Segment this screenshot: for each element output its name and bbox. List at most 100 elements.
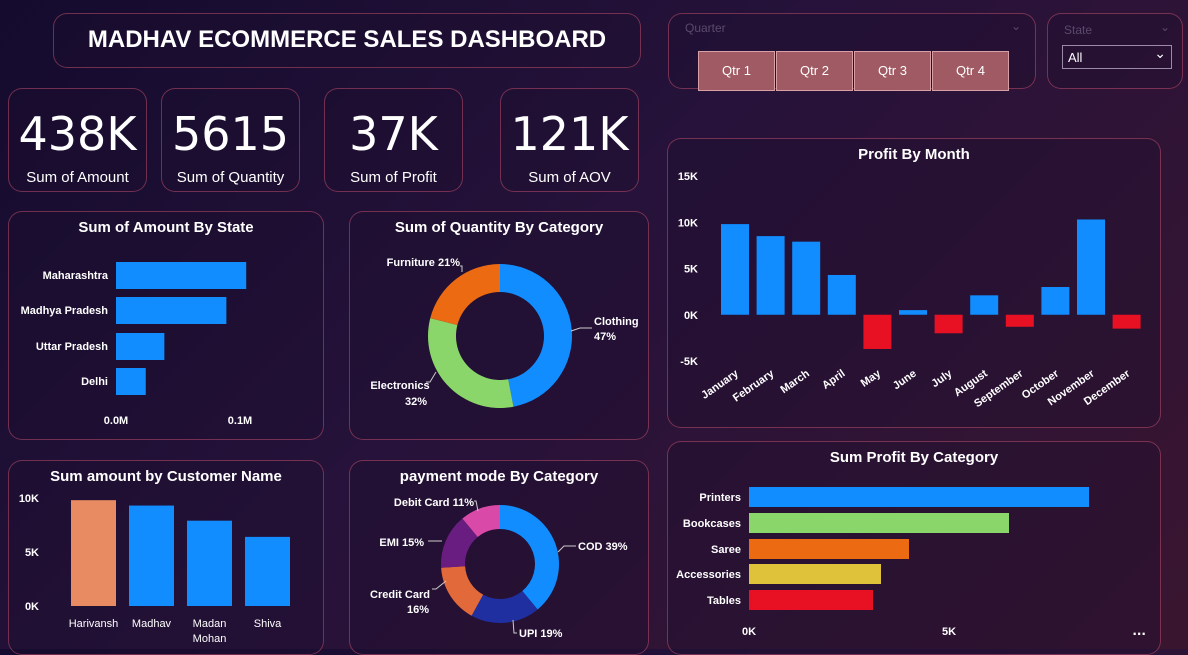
category-label: Printers xyxy=(699,492,741,504)
profit-by-month-panel: Profit By Month -5K 0K 5K 10K 15K January Febr… xyxy=(667,138,1161,428)
amount-by-state-chart: Maharashtra Madhya Pradesh Uttar Pradesh De… xyxy=(21,262,252,427)
bar xyxy=(970,295,999,315)
amount-by-state-panel: Sum of Amount By State Maharashtra Madhya… xyxy=(8,211,324,440)
state-dropdown-value: All xyxy=(1068,50,1083,65)
leader-line xyxy=(512,619,517,634)
bar xyxy=(1077,219,1105,315)
x-tick-label: July xyxy=(929,367,955,390)
leader-line xyxy=(460,265,463,272)
slice-label: Credit Card xyxy=(370,589,430,601)
bar xyxy=(863,314,892,349)
slice-label: 47% xyxy=(594,331,616,343)
x-tick-label: 0K xyxy=(742,626,756,638)
y-tick-label: 0K xyxy=(25,601,39,613)
x-tick-label: Madhav xyxy=(132,618,172,630)
dashboard-title-panel: MADHAV ECOMMERCE SALES DASHBOARD xyxy=(53,13,641,68)
category-label: Madhya Pradesh xyxy=(21,305,109,317)
x-tick-label: Mohan xyxy=(193,633,227,645)
bar xyxy=(187,520,232,606)
x-tick-label: April xyxy=(820,368,847,392)
y-tick-label: 10K xyxy=(19,493,39,505)
category-label: Delhi xyxy=(81,376,108,388)
slice-label: COD 39% xyxy=(578,541,628,553)
donut-slice xyxy=(500,264,572,407)
amount-by-customer-panel: Sum amount by Customer Name 0K 5K 10K Hariv… xyxy=(8,460,324,655)
y-tick-label: 5K xyxy=(25,547,39,559)
bar xyxy=(756,236,785,315)
x-tick-label: Shiva xyxy=(254,618,282,630)
chevron-down-icon: ⌄ xyxy=(1154,46,1166,62)
bar xyxy=(721,224,749,315)
bar xyxy=(245,536,290,606)
kpi-card-quantity: 5615 Sum of Quantity xyxy=(161,88,300,192)
category-label: Maharashtra xyxy=(43,270,109,282)
quarter-button-3[interactable]: Qtr 3 xyxy=(854,51,931,91)
x-tick-label: Harivansh xyxy=(69,618,119,630)
chevron-down-icon[interactable]: ⌄ xyxy=(1160,20,1170,34)
kpi-card-profit: 37K Sum of Profit xyxy=(324,88,463,192)
quarter-button-2[interactable]: Qtr 2 xyxy=(776,51,853,91)
slice-label: 32% xyxy=(405,396,427,408)
slice-label: Electronics xyxy=(370,380,429,392)
quarter-button-4[interactable]: Qtr 4 xyxy=(932,51,1009,91)
bar xyxy=(116,333,165,360)
y-tick-label: 10K xyxy=(678,217,698,229)
leader-line xyxy=(557,545,576,553)
bar xyxy=(749,487,1089,507)
state-slicer-label: State xyxy=(1064,23,1093,37)
y-tick-label: 0K xyxy=(684,310,698,322)
kpi-value: 5615 xyxy=(171,107,290,161)
bar xyxy=(792,241,821,315)
y-tick-label: 15K xyxy=(678,171,698,183)
leader-line xyxy=(474,500,479,512)
x-tick-label: 0.1M xyxy=(228,415,252,427)
x-tick-label: May xyxy=(859,367,884,390)
bar xyxy=(749,513,1009,533)
donut-slice xyxy=(500,505,559,610)
kpi-value: 438K xyxy=(18,107,137,161)
bar xyxy=(71,500,116,606)
profit-by-category-panel: Sum Profit By Category Printers Bookcases… xyxy=(667,441,1161,655)
slice-label: Furniture 21% xyxy=(387,257,461,269)
quarter-slicer: Quarter ⌄ Qtr 1 Qtr 2 Qtr 3 Qtr 4 xyxy=(668,13,1036,91)
bar xyxy=(899,310,927,315)
donut-slice xyxy=(430,264,500,326)
category-label: Saree xyxy=(711,544,741,556)
bar xyxy=(1041,287,1070,315)
state-slicer: State ⌄ All ⌄ xyxy=(1047,13,1183,89)
x-tick-label: March xyxy=(778,367,812,396)
bar xyxy=(749,590,873,610)
bar xyxy=(1112,314,1141,329)
y-tick-label: 5K xyxy=(684,264,698,276)
state-dropdown[interactable]: All ⌄ xyxy=(1062,45,1172,69)
dashboard-title: MADHAV ECOMMERCE SALES DASHBOARD xyxy=(87,26,607,53)
donut-slice xyxy=(428,318,514,408)
quantity-by-category-chart: Clothing 47% Electronics 32% Furniture 21% xyxy=(370,257,639,408)
quarter-button-1[interactable]: Qtr 1 xyxy=(698,51,775,91)
category-label: Bookcases xyxy=(683,518,741,530)
x-tick-label: 5K xyxy=(942,626,956,638)
kpi-value: 37K xyxy=(349,107,438,161)
quantity-by-category-panel: Sum of Quantity By Category Clothing 47% E… xyxy=(349,211,649,440)
more-options-icon[interactable]: ... xyxy=(1132,624,1146,638)
bar xyxy=(116,297,227,324)
profit-by-category-chart: Printers Bookcases Saree Accessories Tables 0… xyxy=(676,487,1089,638)
category-label: Accessories xyxy=(676,569,741,581)
kpi-card-amount: 438K Sum of Amount xyxy=(8,88,147,192)
bar xyxy=(116,262,247,289)
bar xyxy=(129,505,174,606)
slice-label: Debit Card 11% xyxy=(394,497,474,509)
category-label: Tables xyxy=(707,595,741,607)
quarter-slicer-label: Quarter xyxy=(685,21,726,35)
bar xyxy=(934,314,963,334)
chevron-down-icon[interactable]: ⌄ xyxy=(1011,19,1021,33)
kpi-label: Sum of Amount xyxy=(26,169,129,186)
leader-line xyxy=(432,580,447,590)
kpi-label: Sum of Quantity xyxy=(176,169,285,186)
payment-mode-chart: COD 39% UPI 19% Credit Card 16% EMI 15% Debit… xyxy=(370,497,628,640)
amount-by-customer-chart: 0K 5K 10K Harivansh Madhav Madan Mohan Shiva xyxy=(19,493,290,645)
x-tick-label: 0.0M xyxy=(104,415,128,427)
kpi-value: 121K xyxy=(510,107,629,161)
slice-label: EMI 15% xyxy=(379,537,424,549)
payment-mode-panel: payment mode By Category COD 39% UPI 19% C… xyxy=(349,460,649,655)
